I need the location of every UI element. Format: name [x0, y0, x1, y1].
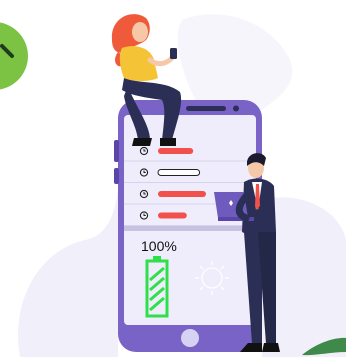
- background-blob-top: [177, 14, 293, 110]
- phone-camera: [233, 105, 239, 112]
- illustration: 100%: [0, 14, 346, 357]
- phone-speaker: [186, 106, 226, 111]
- level-bar: [158, 212, 187, 219]
- level-bar: [158, 148, 194, 154]
- level-bar: [158, 191, 206, 197]
- smartphone-icon: [170, 48, 177, 59]
- level-bar: [157, 169, 201, 176]
- phone-side-button-2: [114, 168, 119, 184]
- screen-divider: [124, 226, 256, 231]
- background-blob: [18, 190, 118, 357]
- phone-side-button: [114, 140, 119, 162]
- check-badge: [0, 22, 28, 90]
- home-button[interactable]: [181, 329, 199, 347]
- phone: 100%: [114, 100, 262, 352]
- battery-percent: 100%: [141, 238, 177, 254]
